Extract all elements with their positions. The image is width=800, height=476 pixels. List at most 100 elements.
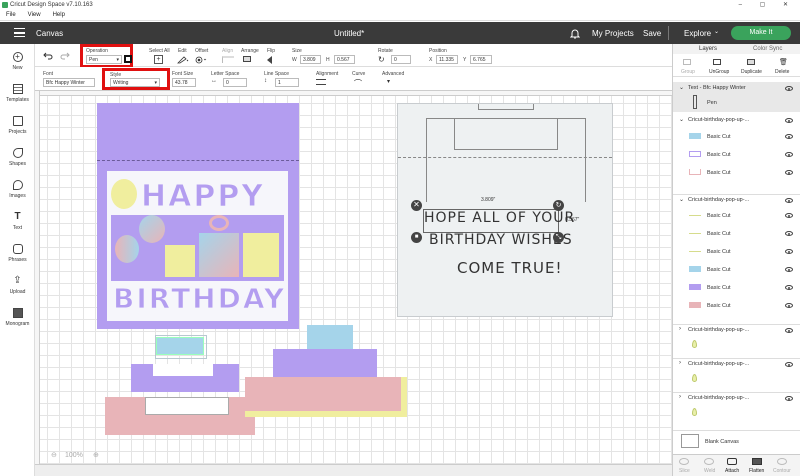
nav-new[interactable]: + New (0, 52, 35, 71)
layer-item[interactable]: Basic Cut (673, 299, 800, 313)
eye-icon[interactable] (785, 198, 793, 203)
eye-icon[interactable] (785, 396, 793, 401)
nav-phrases[interactable]: Phrases (0, 244, 35, 263)
group-button[interactable]: Group (681, 69, 695, 75)
eye-icon[interactable] (785, 170, 793, 175)
hamburger-menu-icon[interactable] (14, 28, 25, 37)
eye-icon[interactable] (785, 118, 793, 123)
weld-icon[interactable] (704, 458, 714, 465)
menu-file[interactable]: File (6, 12, 16, 18)
style-select[interactable]: Writing ▾ (110, 78, 160, 87)
contour-button[interactable]: Contour (773, 468, 791, 474)
attach-button[interactable]: Attach (725, 468, 739, 474)
stack-pink[interactable] (245, 377, 407, 417)
eye-icon[interactable] (785, 231, 793, 236)
contour-icon[interactable] (777, 458, 787, 465)
zoom-out-icon[interactable]: ⊖ (51, 451, 57, 459)
height-input[interactable]: 0.567 (334, 55, 355, 64)
layer-group-5[interactable]: › Cricut-birthday-pop-up-... (673, 392, 800, 422)
weld-button[interactable]: Weld (704, 468, 715, 474)
menu-view[interactable]: View (28, 12, 41, 18)
slice-button[interactable]: Slice (679, 468, 690, 474)
rotate-input[interactable]: 0 (391, 55, 411, 64)
lock-handle-icon[interactable]: ■ (411, 232, 422, 243)
nav-monogram[interactable]: Monogram (0, 308, 35, 327)
layer-item[interactable]: Basic Cut (673, 148, 800, 162)
make-it-button[interactable]: Make It (731, 26, 791, 40)
arrange-icon[interactable] (243, 56, 251, 62)
layer-item[interactable]: Basic Cut (673, 263, 800, 277)
eye-icon[interactable] (785, 267, 793, 272)
nav-upload[interactable]: ⇪ Upload (0, 276, 35, 296)
chevron-right-icon[interactable]: › (679, 360, 681, 366)
font-size-input[interactable]: 43.78 (172, 78, 196, 87)
flip-icon[interactable] (267, 56, 272, 64)
offset-icon[interactable] (195, 56, 207, 64)
layer-group-3[interactable]: › Cricut-birthday-pop-up-... (673, 324, 800, 354)
chevron-down-icon[interactable]: ⌄ (714, 28, 719, 35)
line-space-input[interactable]: 1 (275, 78, 299, 87)
bell-icon[interactable] (570, 28, 580, 39)
eye-icon[interactable] (785, 249, 793, 254)
duplicate-icon[interactable] (747, 59, 755, 65)
stack-blue[interactable] (307, 325, 353, 349)
curve-icon[interactable]: ⌒ (354, 78, 362, 89)
horizontal-scrollbar[interactable] (35, 464, 672, 476)
blank-canvas-row[interactable]: Blank Canvas (673, 430, 800, 450)
piece-pink-frame[interactable] (105, 397, 255, 435)
flatten-button[interactable]: Flatten (749, 468, 764, 474)
tab-layers[interactable]: Layers (699, 46, 717, 52)
layer-item[interactable]: Basic Cut (673, 245, 800, 259)
nav-text[interactable]: T Text (0, 212, 35, 232)
edit-pencil-icon[interactable] (177, 56, 189, 64)
nav-shapes[interactable]: Shapes (0, 148, 35, 167)
explore-menu[interactable]: Explore (684, 29, 711, 38)
pen-color-swatch[interactable] (124, 55, 132, 63)
ungroup-icon[interactable] (713, 59, 721, 65)
select-all-icon[interactable]: + (154, 55, 163, 64)
y-position-input[interactable]: 6.765 (470, 55, 492, 64)
zoom-in-icon[interactable]: ⊕ (93, 451, 99, 459)
rotate-handle-icon[interactable]: ↻ (553, 200, 564, 211)
redo-icon[interactable] (60, 52, 70, 60)
duplicate-button[interactable]: Duplicate (741, 69, 762, 75)
layer-item[interactable]: Basic Cut (673, 166, 800, 180)
eye-icon[interactable] (785, 285, 793, 290)
operation-select[interactable]: Pen ▾ (86, 55, 122, 64)
layer-group-2[interactable]: ⌄ Cricut-birthday-pop-up-... (673, 194, 800, 204)
undo-icon[interactable] (43, 52, 53, 60)
layer-item[interactable]: Basic Cut (673, 209, 800, 223)
ungroup-button[interactable]: UnGroup (709, 69, 729, 75)
layer-item[interactable]: Basic Cut (673, 227, 800, 241)
card-base-purple[interactable]: HAPPY BIRTHDAY (97, 103, 299, 329)
nav-images[interactable]: Images (0, 180, 35, 199)
my-projects-link[interactable]: My Projects (592, 29, 634, 38)
advanced-dropdown-icon[interactable]: ▾ (387, 78, 390, 85)
nav-projects[interactable]: Projects (0, 116, 35, 135)
chevron-right-icon[interactable]: › (679, 394, 681, 400)
eye-icon[interactable] (785, 303, 793, 308)
flatten-icon[interactable] (752, 458, 762, 465)
eye-icon[interactable] (785, 213, 793, 218)
eye-icon[interactable] (785, 362, 793, 367)
align-icon[interactable] (222, 56, 234, 63)
menu-help[interactable]: Help (53, 12, 65, 18)
letter-space-input[interactable]: 0 (223, 78, 247, 87)
layer-group-1[interactable]: ⌄ Cricut-birthday-pop-up-... (673, 116, 800, 126)
x-position-input[interactable]: 11.335 (436, 55, 458, 64)
font-select[interactable]: Bfc Happy Winter (43, 78, 95, 87)
layer-group-selected[interactable]: ⌄ Text - Bfc Happy Winter Pen (673, 82, 800, 112)
resize-handle-icon[interactable]: ⤡ (553, 232, 564, 243)
eye-icon[interactable] (785, 152, 793, 157)
attach-icon[interactable] (727, 458, 737, 465)
piece-purple-frame[interactable] (131, 364, 239, 392)
design-canvas[interactable]: HAPPY BIRTHDAY 3.809" 0.567" HOPE ALL OF… (35, 91, 672, 464)
delete-handle-icon[interactable]: ✕ (411, 200, 422, 211)
nav-templates[interactable]: Templates (0, 84, 35, 103)
save-button[interactable]: Save (643, 29, 661, 38)
tab-color-sync[interactable]: Color Sync (753, 46, 782, 52)
group-icon[interactable] (683, 59, 691, 65)
eye-icon[interactable] (785, 134, 793, 139)
chevron-right-icon[interactable]: › (679, 326, 681, 332)
layer-item[interactable]: Basic Cut (673, 281, 800, 295)
